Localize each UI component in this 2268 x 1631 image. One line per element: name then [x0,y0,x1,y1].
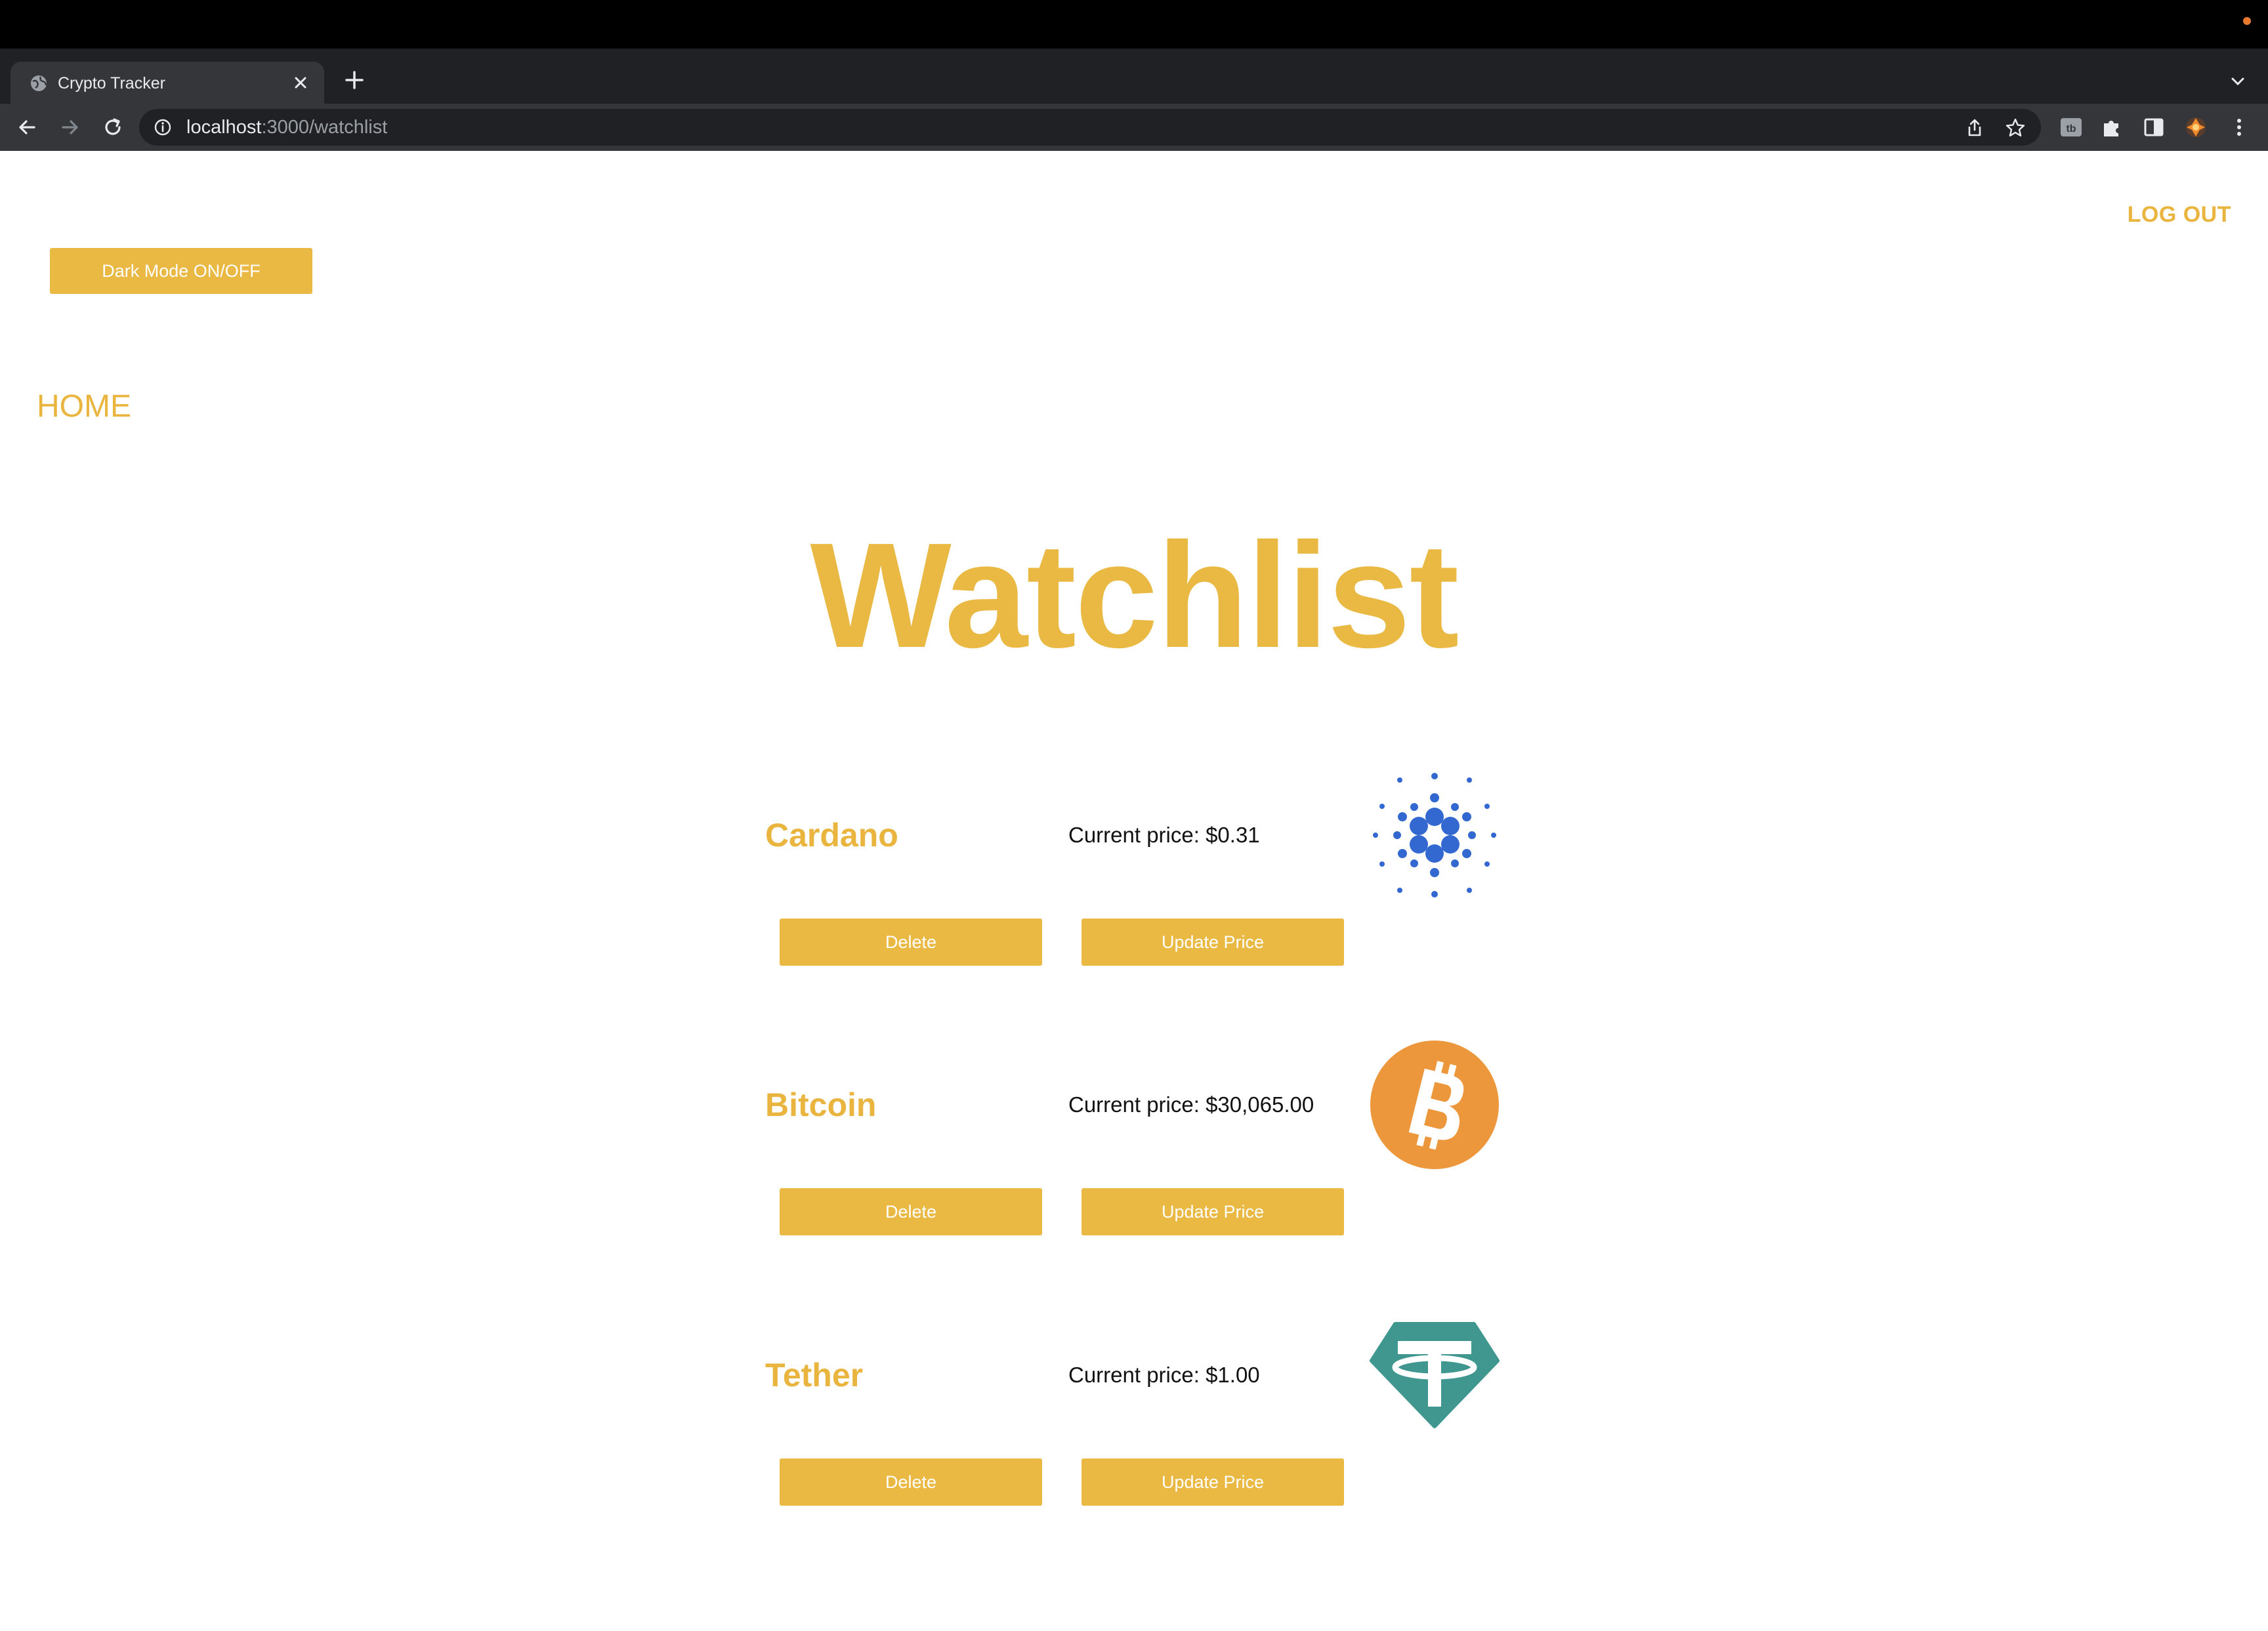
tab-title: Crypto Tracker [58,74,165,93]
os-menu-bar [0,0,2268,49]
profile-avatar-icon[interactable] [2183,114,2209,140]
browser-menu-icon[interactable] [2226,114,2252,140]
tab-strip: Crypto Tracker [0,49,2268,104]
globe-icon [31,75,47,91]
browser-tab[interactable]: Crypto Tracker [10,62,324,104]
address-bar[interactable]: localhost:3000/watchlist [139,109,2041,146]
new-tab-plus-icon[interactable] [341,67,368,93]
delete-button[interactable]: Delete [780,919,1042,966]
url-path: :3000/watchlist [261,117,388,138]
recording-indicator-icon [2243,17,2251,25]
bookmark-star-icon[interactable] [2004,117,2026,139]
dark-mode-toggle-button[interactable]: Dark Mode ON/OFF [50,248,312,294]
delete-button[interactable]: Delete [780,1188,1042,1235]
side-panel-icon[interactable] [2141,114,2167,140]
url-host: localhost [186,117,262,138]
update-price-button[interactable]: Update Price [1082,1188,1344,1235]
coin-price: Current price: $30,065.00 [1068,1092,1314,1117]
site-info-icon[interactable] [154,118,172,136]
coin-price: Current price: $0.31 [1068,823,1260,847]
svg-text:tb: tb [2066,123,2076,134]
reload-icon[interactable] [98,113,127,142]
coin-name: Tether [765,1357,864,1394]
coin-name: Cardano [765,817,898,854]
watchlist-item-tether: Tether Current price: $1.00 Delete Updat… [0,1322,2268,1631]
coin-price: Current price: $1.00 [1068,1363,1260,1387]
close-tab-icon[interactable] [289,71,312,94]
logout-link[interactable]: LOG OUT [2100,202,2231,228]
forward-arrow-icon[interactable] [55,113,84,142]
update-price-button[interactable]: Update Price [1082,919,1344,966]
extensions-puzzle-icon[interactable] [2099,114,2125,140]
page-content: LOG OUT Dark Mode ON/OFF HOME Watchlist … [0,151,2268,1506]
share-icon[interactable] [1964,117,1986,139]
url-text[interactable]: localhost:3000/watchlist [186,117,387,138]
page-title: Watchlist [810,512,1460,679]
tab-search-chevron-icon[interactable] [2226,70,2250,93]
back-arrow-icon[interactable] [13,113,42,142]
cardano-icon [1373,773,1496,898]
browser-toolbar: localhost:3000/watchlist tb [0,104,2268,151]
watchlist-item-bitcoin: Bitcoin Current price: $30,065.00 Delete… [0,1041,2268,1361]
watchlist-item-cardano: Cardano Current price: $0.31 Delete Upda… [0,773,2268,1091]
bitcoin-icon [1370,1041,1499,1169]
home-link[interactable]: HOME [37,388,131,424]
extension-tb-icon[interactable]: tb [2058,114,2084,140]
tether-icon [1370,1322,1500,1428]
coin-name: Bitcoin [765,1086,877,1123]
